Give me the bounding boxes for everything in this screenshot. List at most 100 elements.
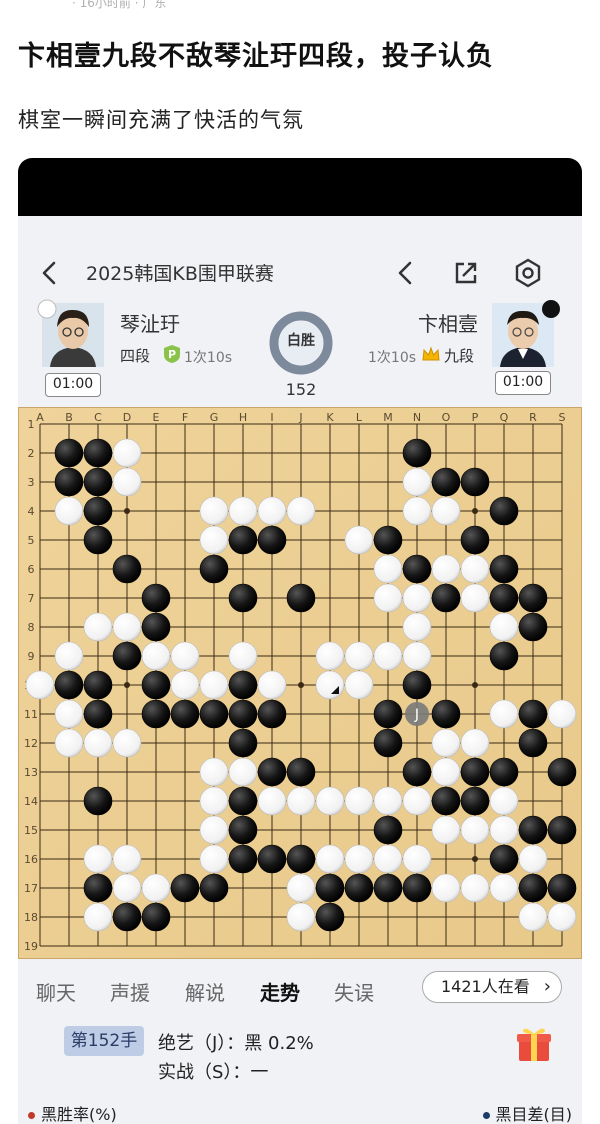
white-stone: [460, 728, 490, 758]
tab-support[interactable]: 声援: [110, 977, 150, 1006]
tab-commentary[interactable]: 解说: [185, 977, 225, 1006]
row-label: 6: [28, 563, 35, 576]
white-stone: [286, 496, 316, 526]
white-stone: [286, 786, 316, 816]
black-stone: [54, 670, 84, 700]
previous-icon[interactable]: [390, 257, 422, 289]
white-stone: [25, 670, 55, 700]
white-stone: [373, 844, 403, 874]
viewers-button[interactable]: 1421人在看 ›: [422, 971, 562, 1003]
black-stone: [170, 873, 200, 903]
column-label: S: [559, 411, 566, 424]
row-label: 12: [24, 737, 38, 750]
black-stone: [199, 699, 229, 729]
black-stone: [83, 467, 113, 497]
black-stone: [199, 554, 229, 584]
black-stone: [518, 612, 548, 642]
column-label: Q: [500, 411, 509, 424]
white-stone: [373, 583, 403, 613]
black-stone: [83, 873, 113, 903]
white-stone: [286, 902, 316, 932]
black-stone: [373, 525, 403, 555]
chevron-right-icon: ›: [543, 976, 551, 997]
star-point: [124, 508, 130, 514]
ai-evaluation: 绝艺（J）：黑 0.2%: [158, 1033, 314, 1054]
black-stone: [402, 757, 432, 787]
tab-mistakes[interactable]: 失误: [334, 977, 374, 1006]
black-stone: [286, 583, 316, 613]
black-stone: [489, 496, 519, 526]
star-point: [472, 856, 478, 862]
go-board[interactable]: ABCDEFGHIJKLMNOPQRS123456789101112131415…: [18, 407, 582, 959]
white-stone: [199, 815, 229, 845]
white-stone: [402, 844, 432, 874]
move-count: 152: [285, 380, 317, 399]
black-stone: [228, 583, 258, 613]
black-stone: [518, 699, 548, 729]
black-stone: [547, 757, 577, 787]
black-stone: [228, 844, 258, 874]
column-label: K: [326, 411, 334, 424]
ai-suggestion-label: J: [414, 707, 419, 723]
article-subtitle: 棋室一瞬间充满了快活的气氛: [18, 108, 304, 132]
row-label: 16: [24, 853, 38, 866]
white-stone: [402, 496, 432, 526]
match-title: 2025韩国KB围甲联赛: [86, 263, 274, 285]
black-stone: [286, 757, 316, 787]
right-player-name: 卞相壹: [418, 312, 478, 336]
white-stone: [83, 612, 113, 642]
white-stone: [257, 670, 287, 700]
black-stone: [489, 757, 519, 787]
row-label: 5: [28, 534, 35, 547]
actual-evaluation: 实战（S）：一: [158, 1062, 269, 1083]
white-stone: [83, 728, 113, 758]
black-stone: [460, 786, 490, 816]
white-stone: [54, 496, 84, 526]
white-stone: [170, 641, 200, 671]
row-label: 13: [24, 766, 38, 779]
white-stone: [460, 583, 490, 613]
white-stone: [344, 786, 374, 816]
white-stone: [402, 467, 432, 497]
legend-score-label: 黑目差(目): [495, 1105, 573, 1124]
white-stone: [489, 786, 519, 816]
row-label: 1: [28, 418, 35, 431]
column-label: R: [529, 411, 537, 424]
white-stone: [257, 786, 287, 816]
black-stone: [112, 641, 142, 671]
white-stone: [431, 873, 461, 903]
legend-black-score: 黑目差(目): [482, 1101, 573, 1124]
app-nav-bar: 2025韩国KB围甲联赛: [18, 253, 582, 293]
column-label: N: [413, 411, 421, 424]
white-stone: [112, 728, 142, 758]
column-label: F: [182, 411, 188, 424]
row-label: 17: [24, 882, 38, 895]
legend-winrate-dot: [28, 1112, 35, 1119]
black-stone: [83, 438, 113, 468]
tab-trend[interactable]: 走势: [260, 977, 300, 1006]
gift-icon[interactable]: [514, 1024, 554, 1064]
black-stone: [518, 583, 548, 613]
white-stone: [402, 786, 432, 816]
tab-chat[interactable]: 聊天: [36, 977, 76, 1006]
white-stone: [112, 438, 142, 468]
settings-icon[interactable]: [512, 257, 544, 289]
white-stone: [489, 815, 519, 845]
share-icon[interactable]: [450, 257, 482, 289]
white-stone: [344, 670, 374, 700]
white-stone: [315, 844, 345, 874]
black-stone: [257, 525, 287, 555]
white-stone: [402, 612, 432, 642]
result-label: 白胜: [287, 333, 315, 349]
white-stone: [402, 583, 432, 613]
black-stone: [460, 757, 490, 787]
white-stone: [431, 728, 461, 758]
white-stone: [344, 525, 374, 555]
white-stone: [112, 612, 142, 642]
black-stone-icon: [542, 300, 560, 318]
breadcrumb: · 16小时前 · 广东: [72, 0, 167, 10]
back-icon[interactable]: [36, 257, 62, 289]
white-stone: [228, 757, 258, 787]
black-stone: [489, 641, 519, 671]
legend-black-winrate: 黑胜率(%): [28, 1101, 117, 1124]
